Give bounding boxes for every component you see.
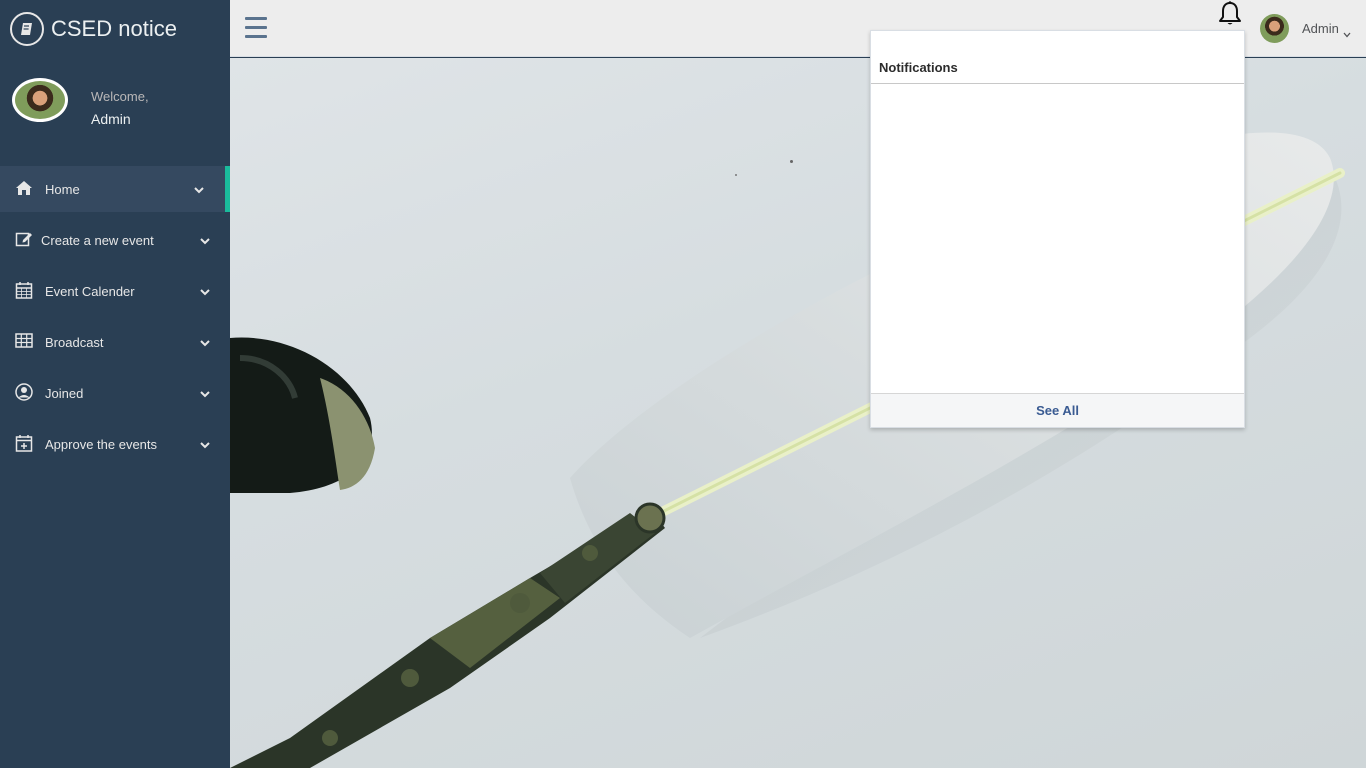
notifications-dropdown: Notifications See All	[870, 30, 1245, 428]
sidebar-item-label: Home	[45, 182, 80, 197]
user-menu-name[interactable]: Admin	[1302, 21, 1339, 36]
sidebar-menu: Home Create a new event Event Calender B…	[0, 166, 230, 472]
notifications-title: Notifications	[879, 60, 958, 75]
divider	[871, 83, 1244, 84]
chevron-down-icon	[200, 336, 210, 347]
sidebar-item-broadcast[interactable]: Broadcast	[0, 319, 230, 365]
profile-name: Admin	[91, 111, 131, 127]
sidebar: CSED notice Welcome, Admin Home Create a…	[0, 0, 230, 768]
chevron-down-icon	[200, 234, 210, 245]
sidebar-item-event-calendar[interactable]: Event Calender	[0, 268, 230, 314]
chevron-down-icon	[200, 387, 210, 398]
profile-panel: Welcome, Admin	[0, 76, 230, 136]
chevron-down-icon	[200, 285, 210, 296]
user-avatar[interactable]	[1260, 14, 1289, 43]
sidebar-item-label: Approve the events	[45, 437, 158, 452]
home-icon	[15, 179, 33, 197]
brand-title: CSED notice	[51, 16, 177, 41]
sidebar-item-joined[interactable]: Joined	[0, 370, 230, 416]
profile-avatar	[12, 78, 68, 122]
chevron-down-icon	[200, 438, 210, 449]
sidebar-item-home[interactable]: Home	[0, 166, 230, 212]
chevron-down-icon	[194, 183, 204, 194]
sidebar-item-label: Broadcast	[45, 335, 104, 350]
sidebar-item-approve-events[interactable]: Approve the events	[0, 421, 230, 467]
see-all-link[interactable]: See All	[1036, 403, 1079, 418]
chevron-down-icon[interactable]	[1343, 25, 1351, 38]
sidebar-item-create-event[interactable]: Create a new event	[0, 217, 230, 263]
edit-icon	[15, 230, 33, 248]
speck	[735, 174, 737, 176]
speck	[790, 160, 793, 163]
calendar-plus-icon	[15, 434, 33, 452]
sidebar-item-label: Event Calender	[45, 284, 135, 299]
brand[interactable]: CSED notice	[10, 12, 177, 46]
bell-icon[interactable]	[1216, 0, 1244, 28]
sidebar-item-label: Joined	[45, 386, 84, 401]
user-circle-icon	[15, 383, 33, 401]
welcome-text: Welcome,	[91, 89, 149, 104]
book-icon	[10, 12, 44, 46]
notifications-footer: See All	[871, 393, 1244, 427]
calendar-icon	[15, 281, 33, 299]
table-icon	[15, 332, 33, 350]
hamburger-icon[interactable]	[245, 17, 267, 39]
sidebar-item-label: Create a new event	[41, 233, 154, 248]
